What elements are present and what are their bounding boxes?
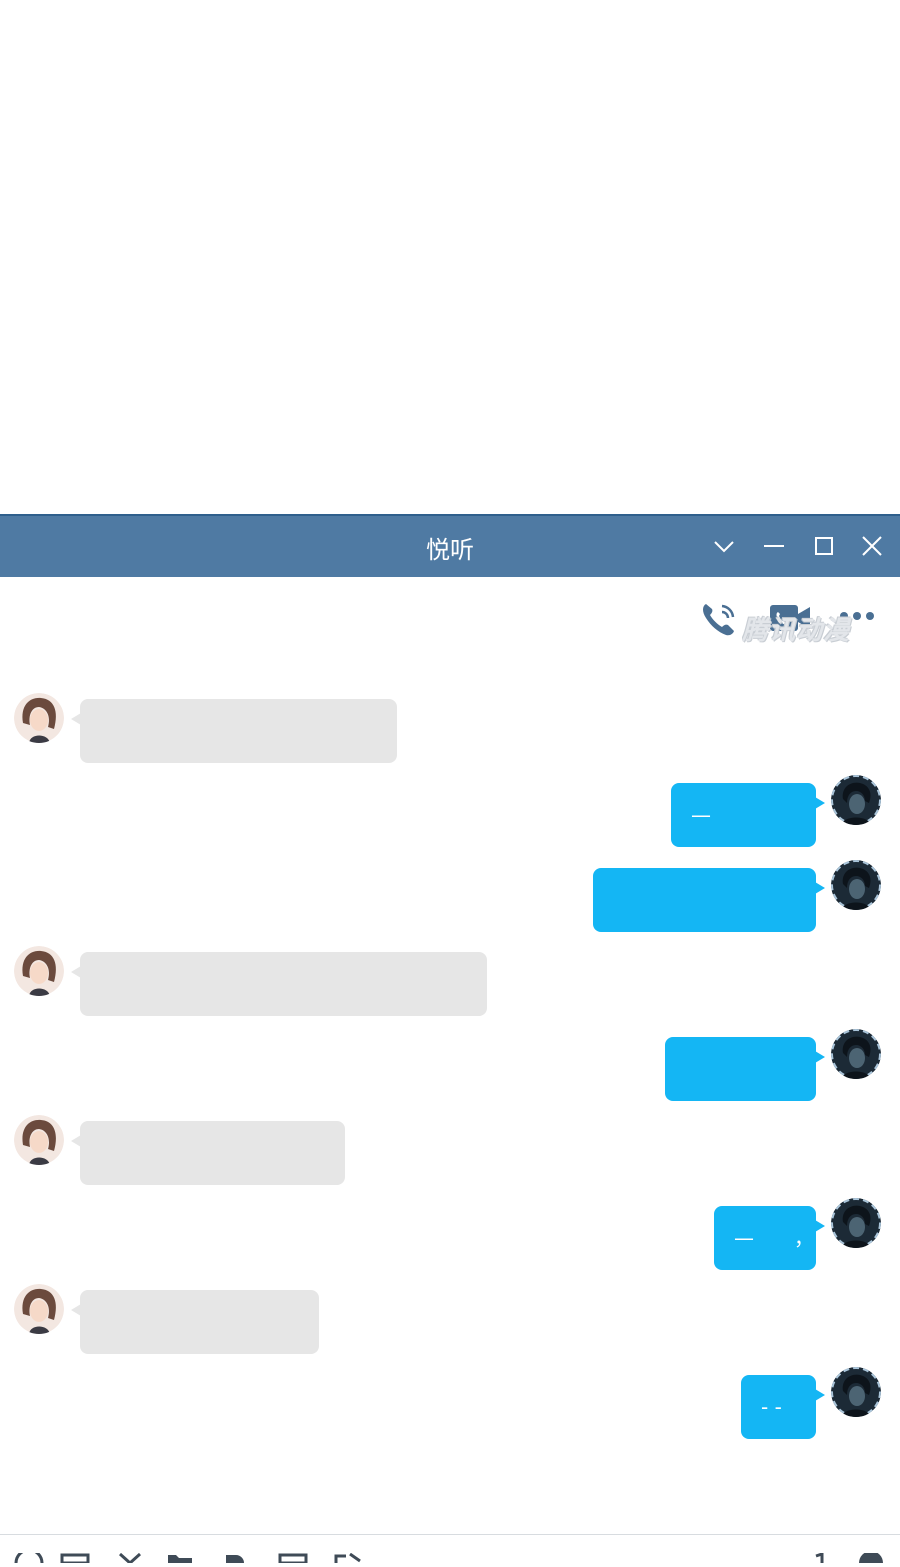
user-avatar[interactable] [831, 1198, 881, 1248]
contact-avatar[interactable] [14, 946, 64, 996]
outgoing-message-bubble[interactable]: — [671, 783, 825, 847]
incoming-message-bubble[interactable] [71, 1121, 345, 1185]
user-avatar[interactable] [831, 775, 881, 825]
contact-avatar[interactable] [14, 1284, 64, 1334]
user-avatar[interactable] [831, 860, 881, 910]
window-titlebar: 悦听 [0, 514, 900, 577]
record-icon[interactable] [806, 1548, 836, 1563]
incoming-message-bubble[interactable] [71, 1290, 319, 1354]
history-icon[interactable] [332, 1548, 362, 1563]
outgoing-message-bubble[interactable] [593, 868, 825, 932]
outgoing-message-bubble[interactable]: - - [741, 1375, 825, 1439]
maximize-button[interactable] [810, 532, 838, 560]
chevron-down-icon[interactable] [710, 532, 738, 560]
help-icon[interactable] [856, 1548, 886, 1563]
incoming-message-bubble[interactable] [71, 952, 487, 1016]
contact-avatar[interactable] [14, 1115, 64, 1165]
incoming-message-bubble[interactable] [71, 699, 397, 763]
blank-top-area [0, 0, 900, 514]
close-button[interactable] [858, 532, 886, 560]
watermark-logo: 腾讯动漫 [742, 616, 851, 646]
screenshot-icon[interactable] [60, 1548, 90, 1565]
user-avatar[interactable] [831, 1029, 881, 1079]
input-toolbar [0, 1536, 900, 1565]
minimize-button[interactable] [760, 532, 788, 560]
folder-icon[interactable] [166, 1548, 196, 1563]
message-icon[interactable] [278, 1548, 308, 1565]
scissors-icon[interactable] [116, 1548, 146, 1565]
user-avatar[interactable] [831, 1367, 881, 1417]
outgoing-message-bubble[interactable]: — ， [714, 1206, 825, 1270]
outgoing-message-bubble[interactable] [665, 1037, 825, 1101]
contact-avatar[interactable] [14, 693, 64, 743]
phone-icon[interactable] [700, 600, 740, 638]
image-icon[interactable] [222, 1548, 252, 1563]
emoji-icon[interactable] [14, 1548, 44, 1564]
input-divider [0, 1534, 900, 1535]
